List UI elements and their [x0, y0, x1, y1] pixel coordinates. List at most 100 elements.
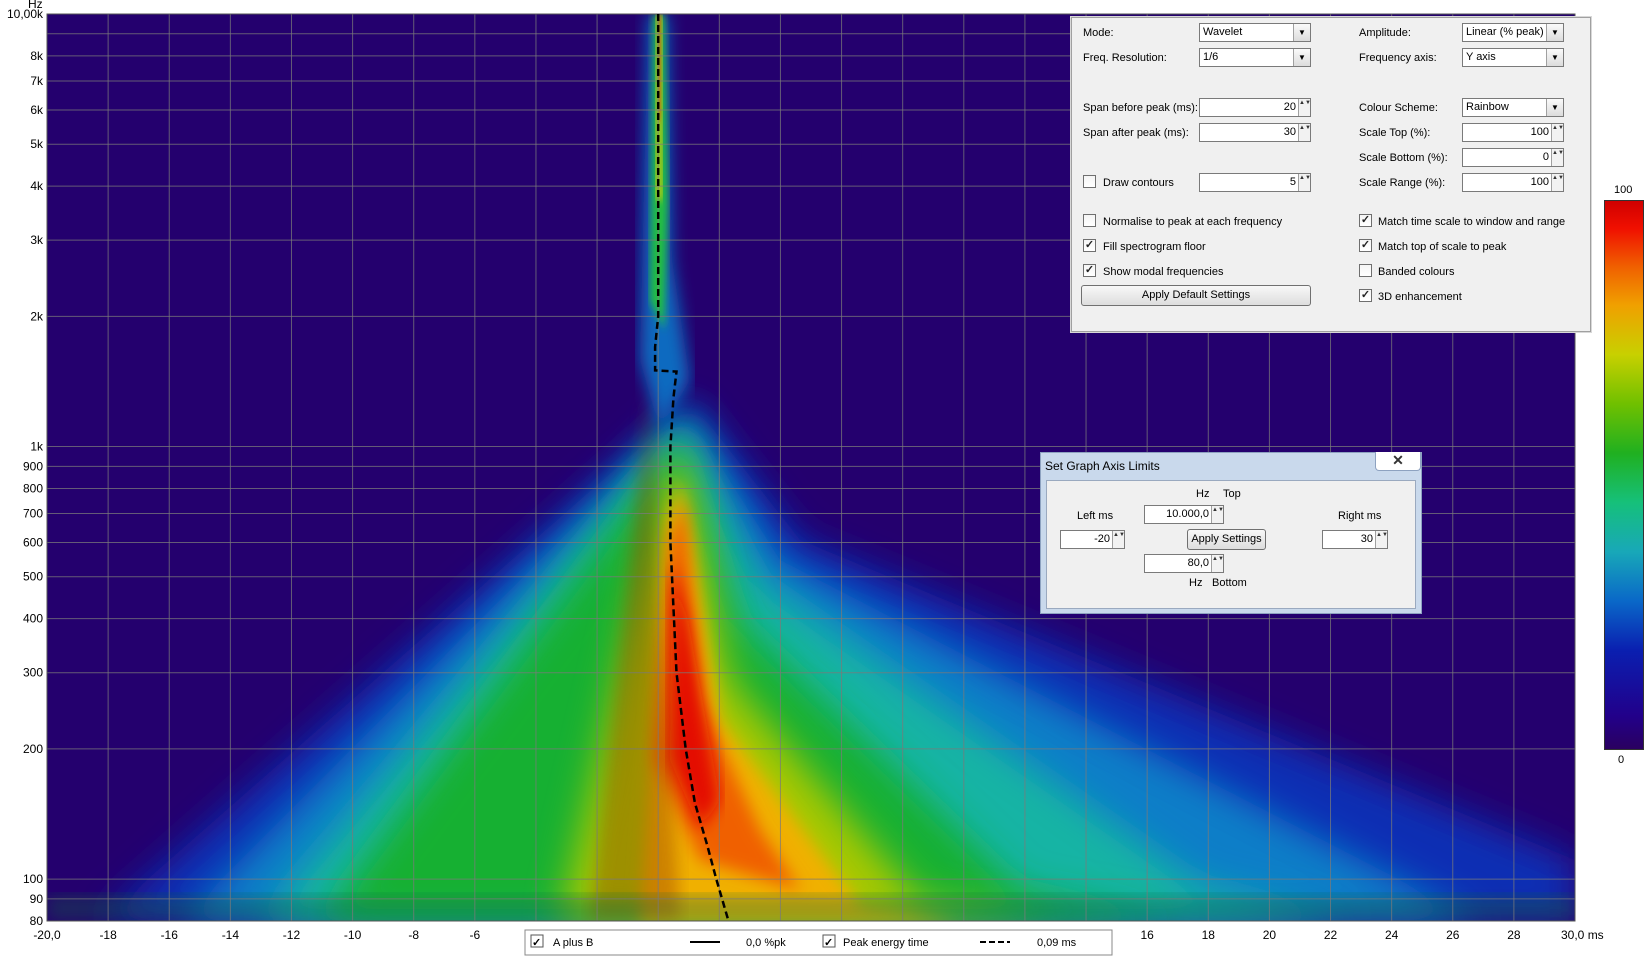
y-tick-label: 90 [30, 892, 44, 906]
legend: ✓ A plus B 0,0 %pk ✓ Peak energy time 0,… [524, 929, 1113, 956]
legend-a-plus-b-value: 0,0 %pk [746, 937, 786, 949]
top-label: Top [1223, 488, 1241, 500]
left-ms-label: Left ms [1077, 510, 1114, 522]
modal-frequencies-checkbox[interactable]: ✓ [1083, 264, 1096, 277]
colour-scheme-label: Colour Scheme: [1359, 102, 1438, 114]
mode-value: Wavelet [1203, 26, 1243, 38]
amplitude-select[interactable]: Linear (% peak) ▼ [1462, 23, 1564, 42]
y-tick-label: 200 [23, 742, 43, 756]
spin-arrows-icon[interactable]: ▲▼ [1298, 99, 1311, 116]
close-icon[interactable]: ✕ [1375, 452, 1421, 471]
mode-select[interactable]: Wavelet ▼ [1199, 23, 1311, 42]
legend-peak-energy-value: 0,09 ms [1037, 937, 1077, 949]
bottom-hz-value: 80,0 [1187, 557, 1209, 569]
spin-arrows-icon[interactable]: ▲▼ [1298, 174, 1311, 191]
axis-limits-dialog: Set Graph Axis Limits ✕ Hz Top 10.000,0 ▲… [1040, 452, 1422, 614]
y-tick-label: 80 [30, 914, 44, 928]
freq-resolution-label: Freq. Resolution: [1083, 52, 1167, 64]
dialog-body: Hz Top 10.000,0 ▲▼ Left ms -20 ▲▼ Apply Se… [1046, 480, 1416, 609]
fill-floor-checkbox[interactable]: ✓ [1083, 239, 1096, 252]
spin-arrows-icon[interactable]: ▲▼ [1211, 506, 1224, 523]
bottom-hz-input[interactable]: 80,0 ▲▼ [1144, 554, 1224, 573]
normalise-checkbox[interactable] [1083, 214, 1096, 227]
chevron-down-icon: ▼ [1293, 24, 1310, 41]
right-ms-input[interactable]: 30 ▲▼ [1322, 530, 1388, 549]
y-tick-label: 300 [23, 666, 43, 680]
banded-colours-label: Banded colours [1378, 266, 1455, 278]
x-tick-label: -8 [408, 928, 419, 942]
normalise-label: Normalise to peak at each frequency [1103, 216, 1283, 228]
y-tick-label: 5k [30, 137, 44, 151]
scale-range-value: 100 [1530, 176, 1549, 188]
banded-colours-checkbox[interactable] [1359, 264, 1372, 277]
spin-arrows-icon[interactable]: ▲▼ [1112, 531, 1125, 548]
y-axis-tick-labels: 10,00k8k7k6k5k4k3k2k1k900800700600500400… [7, 7, 44, 928]
y-tick-label: 500 [23, 570, 43, 584]
chevron-down-icon: ▼ [1546, 49, 1563, 66]
y-tick-label: 700 [23, 507, 43, 521]
amplitude-label: Amplitude: [1359, 27, 1411, 39]
draw-contours-input[interactable]: 5 ▲▼ [1199, 173, 1311, 192]
frequency-axis-label: Frequency axis: [1359, 52, 1437, 64]
span-after-input[interactable]: 30 ▲▼ [1199, 123, 1311, 142]
x-tick-label: 20 [1263, 928, 1277, 942]
y-tick-label: 3k [30, 233, 44, 247]
y-tick-label: 400 [23, 612, 43, 626]
y-tick-label: 4k [30, 179, 44, 193]
scale-range-input[interactable]: 100 ▲▼ [1462, 173, 1564, 192]
fill-floor-label: Fill spectrogram floor [1103, 241, 1206, 253]
bottom-label: Bottom [1212, 577, 1247, 589]
3d-enhancement-checkbox[interactable]: ✓ [1359, 289, 1372, 302]
right-ms-label: Right ms [1338, 510, 1382, 522]
scale-bottom-input[interactable]: 0 ▲▼ [1462, 148, 1564, 167]
draw-contours-checkbox[interactable] [1083, 175, 1096, 188]
freq-resolution-value: 1/6 [1203, 51, 1219, 63]
x-tick-label: -6 [470, 928, 481, 942]
x-tick-label: -18 [99, 928, 117, 942]
apply-settings-button[interactable]: Apply Settings [1187, 529, 1266, 550]
y-tick-label: 600 [23, 535, 43, 549]
colour-scheme-select[interactable]: Rainbow ▼ [1462, 98, 1564, 117]
y-tick-label: 7k [30, 74, 44, 88]
spectrogram-controls-panel: Mode: Wavelet ▼ Freq. Resolution: 1/6 ▼ Am… [1071, 17, 1591, 332]
span-before-value: 20 [1283, 101, 1296, 113]
colour-scale-bar [1604, 200, 1644, 750]
span-before-input[interactable]: 20 ▲▼ [1199, 98, 1311, 117]
x-tick-label: 18 [1202, 928, 1216, 942]
spin-arrows-icon[interactable]: ▲▼ [1298, 124, 1311, 141]
modal-frequencies-label: Show modal frequencies [1103, 266, 1224, 278]
amplitude-value: Linear (% peak) [1466, 26, 1544, 38]
frequency-axis-select[interactable]: Y axis ▼ [1462, 48, 1564, 67]
match-top-checkbox[interactable]: ✓ [1359, 239, 1372, 252]
spin-arrows-icon[interactable]: ▲▼ [1551, 174, 1564, 191]
spin-arrows-icon[interactable]: ▲▼ [1551, 149, 1564, 166]
draw-contours-value: 5 [1289, 176, 1296, 188]
apply-default-settings-button[interactable]: Apply Default Settings [1081, 285, 1311, 306]
x-tick-label: 28 [1507, 928, 1521, 942]
match-time-scale-checkbox[interactable]: ✓ [1359, 214, 1372, 227]
left-ms-input[interactable]: -20 ▲▼ [1060, 530, 1125, 549]
freq-resolution-select[interactable]: 1/6 ▼ [1199, 48, 1311, 67]
x-tick-label: -12 [283, 928, 301, 942]
x-tick-label: -10 [344, 928, 362, 942]
spin-arrows-icon[interactable]: ▲▼ [1551, 124, 1564, 141]
top-hz-value: 10.000,0 [1166, 508, 1209, 520]
spin-arrows-icon[interactable]: ▲▼ [1375, 531, 1388, 548]
draw-contours-label: Draw contours [1103, 177, 1174, 189]
scale-range-label: Scale Range (%): [1359, 177, 1446, 189]
span-before-label: Span before peak (ms): [1083, 102, 1198, 114]
scale-bottom-value: 0 [1542, 151, 1549, 163]
hz-bottom-unit: Hz [1189, 577, 1203, 589]
match-time-scale-label: Match time scale to window and range [1378, 216, 1566, 228]
colour-scale-tick: 100 [1614, 184, 1633, 196]
spin-arrows-icon[interactable]: ▲▼ [1211, 555, 1224, 572]
colour-scheme-value: Rainbow [1466, 101, 1509, 113]
scale-top-label: Scale Top (%): [1359, 127, 1431, 139]
top-hz-input[interactable]: 10.000,0 ▲▼ [1144, 505, 1224, 524]
y-tick-label: 100 [23, 872, 43, 886]
scale-top-value: 100 [1530, 126, 1549, 138]
y-tick-label: 900 [23, 459, 43, 473]
check-mark: ✓ [824, 937, 833, 949]
y-tick-label: 2k [30, 309, 44, 323]
scale-top-input[interactable]: 100 ▲▼ [1462, 123, 1564, 142]
